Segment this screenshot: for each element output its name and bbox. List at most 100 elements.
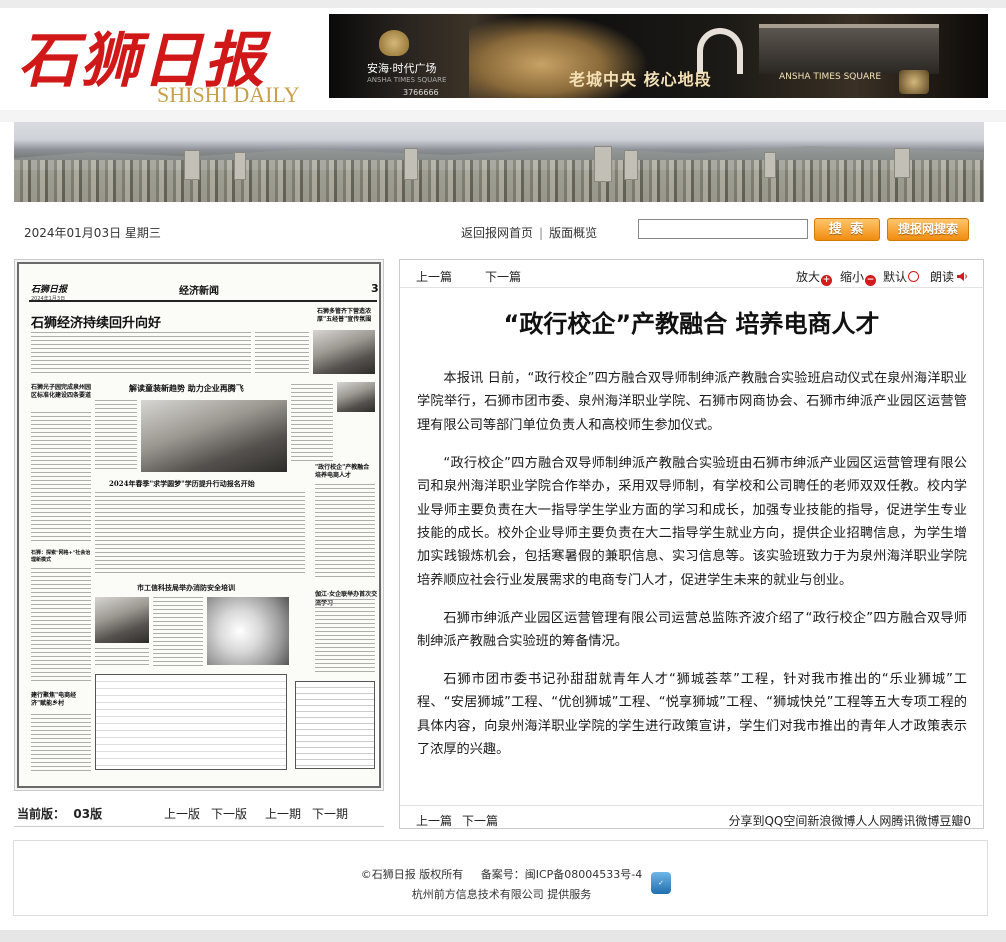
- ad-building-graphic: [759, 24, 939, 74]
- ad-badge-icon: [899, 70, 929, 94]
- thumb-price-table: [95, 674, 287, 770]
- thumbnail-footer: 当前版： 03版 上一版 下一版 上一期 下一期: [14, 801, 384, 823]
- thumb-headline[interactable]: 建行聚焦"电商经济"赋能乡村: [31, 692, 91, 708]
- banner-advertisement[interactable]: 安海·时代广场 ANSHA TIMES SQUARE 3766666 老城中央 …: [329, 14, 988, 98]
- panorama-tower: [624, 150, 638, 180]
- city-panorama-image: [14, 122, 984, 202]
- article-paragraph: “政行校企”四方融合双导师制绅派产教融合实验班由石狮市绅派产业园区运营管理有限公…: [417, 455, 967, 588]
- home-link[interactable]: 返回报网首页: [461, 226, 533, 240]
- panorama-tower: [184, 150, 200, 180]
- thumb-section: 经济新闻: [179, 286, 219, 297]
- thumb-text-block: [95, 648, 149, 668]
- thumb-headline[interactable]: 市工信科技局举办消防安全培训: [137, 583, 235, 593]
- thumb-info-table: [295, 681, 375, 769]
- zoom-out-button[interactable]: 缩小 −: [840, 268, 877, 286]
- panorama-tower: [894, 148, 910, 178]
- thumb-text-block: [315, 484, 375, 580]
- panorama-tower: [764, 152, 776, 178]
- thumb-headline[interactable]: "政行校企"产教融合培养电商人才: [315, 464, 375, 480]
- panorama-tower: [234, 152, 246, 180]
- copyright-text: ©石狮日报 版权所有: [360, 868, 464, 881]
- zoom-out-icon: −: [865, 275, 877, 286]
- thumb-text-block: [291, 384, 333, 462]
- thumb-headline[interactable]: 解读童装新趋势 助力企业再腾飞: [129, 383, 244, 394]
- toolbar-links: 返回报网首页 | 版面概览: [461, 224, 597, 241]
- page-thumbnail-frame: 石狮日报 2024年1月3日 经济新闻 3 石狮经济持续回升向好 石狮多管齐下营…: [14, 259, 384, 791]
- newspaper-logo[interactable]: 石狮日报 SHISHI DAILY: [14, 12, 314, 108]
- ad-slogan-en: ANSHA TIMES SQUARE: [779, 72, 882, 82]
- footer-line-2: 杭州前方信息技术有限公司 提供服务: [411, 888, 592, 901]
- current-date: 2024年01月03日 星期三: [24, 226, 161, 240]
- speaker-icon: [957, 272, 967, 281]
- thumb-text-block: [153, 597, 203, 667]
- ad-slogan: 老城中央 核心地段: [569, 70, 712, 89]
- next-page-link[interactable]: 下一版: [211, 805, 247, 822]
- overview-link[interactable]: 版面概览: [549, 226, 597, 240]
- thumb-photo: [337, 382, 375, 412]
- icp-link[interactable]: 备案号：闽ICP备08004533号-4: [481, 868, 643, 881]
- service-badge-icon[interactable]: ✓: [651, 872, 671, 894]
- thumb-headline[interactable]: 石狮经济持续回升向好: [31, 312, 161, 331]
- thumb-text-block: [315, 599, 375, 673]
- thumb-page-number: 3: [371, 282, 379, 295]
- article-top-bar: 上一篇 下一篇 放大 + 缩小 − 默认 朗读: [400, 260, 983, 288]
- article-paragraph: 石狮市绅派产业园区运营管理有限公司运营总监陈齐波介绍了“政行校企”四方融合双导师…: [417, 610, 967, 650]
- thumb-text-block: [31, 412, 91, 542]
- page-thumbnail[interactable]: 石狮日报 2024年1月3日 经济新闻 3 石狮经济持续回升向好 石狮多管齐下营…: [17, 262, 381, 788]
- thumb-photo: [207, 597, 289, 665]
- toolbar: 2024年01月03日 星期三 返回报网首页 | 版面概览 搜 索 搜报网搜索: [14, 215, 984, 245]
- default-size-icon: [908, 271, 920, 282]
- panorama-tower: [404, 148, 418, 180]
- search-input[interactable]: [638, 219, 808, 239]
- thumb-photo: [95, 597, 149, 643]
- logo-english: SHISHI DAILY: [157, 82, 300, 107]
- prev-issue-link[interactable]: 上一期: [265, 805, 301, 822]
- bottom-strip: [0, 930, 1006, 942]
- next-article-link-bottom[interactable]: 下一篇: [462, 812, 498, 829]
- default-size-button[interactable]: 默认: [883, 268, 920, 285]
- ad-brand: 安海·时代广场: [367, 62, 437, 75]
- search-button[interactable]: 搜 索: [814, 218, 880, 241]
- article-body: 本报讯 日前，“政行校企”四方融合双导师制绅派产教融合实验班启动仪式在泉州海洋职…: [417, 367, 967, 789]
- thumb-headline[interactable]: 石狮光子园完成泉州园区标准化建设四条要道: [31, 384, 91, 400]
- panorama-city: [14, 160, 984, 202]
- thumbnail-footer-rule: [14, 826, 384, 827]
- panorama-tower: [594, 146, 612, 182]
- thumb-headline[interactable]: 石狮多管齐下营造浓厚"五经普"宣传氛围: [317, 308, 375, 324]
- article-panel: 上一篇 下一篇 放大 + 缩小 − 默认 朗读 “政行校企”产教融合 培养电商人才 …: [399, 259, 984, 829]
- thumb-headline[interactable]: 石狮：探索"网格+"社会治理新模式: [31, 550, 91, 564]
- ad-brand-en: ANSHA TIMES SQUARE: [367, 76, 447, 84]
- prev-article-link-bottom[interactable]: 上一篇: [416, 812, 452, 829]
- thumb-logo: 石狮日报: [31, 285, 68, 295]
- brand-emblem-icon: [379, 30, 409, 56]
- thumb-text-block: [31, 568, 91, 684]
- current-page-label: 当前版： 03版: [17, 807, 103, 821]
- thumb-rule: [29, 300, 377, 302]
- thumb-text-block: [31, 332, 251, 374]
- thumb-text-block: [31, 714, 91, 774]
- share-links[interactable]: 分享到QQ空间新浪微博人人网腾讯微博豆瓣0: [728, 812, 971, 829]
- prev-article-link[interactable]: 上一篇: [416, 268, 452, 285]
- divider-strip: [0, 110, 1006, 122]
- prev-page-link[interactable]: 上一版: [164, 805, 200, 822]
- ad-phone: 3766666: [403, 88, 439, 97]
- next-issue-link[interactable]: 下一期: [312, 805, 348, 822]
- thumb-photo: [141, 400, 287, 472]
- thumb-text-block: [255, 332, 309, 374]
- zoom-in-button[interactable]: 放大 +: [796, 268, 833, 286]
- thumb-photo: [313, 330, 375, 374]
- site-search-button[interactable]: 搜报网搜索: [887, 218, 969, 241]
- thumb-text-block: [95, 492, 305, 576]
- link-separator: |: [539, 226, 544, 240]
- article-paragraph: 本报讯 日前，“政行校企”四方融合双导师制绅派产教融合实验班启动仪式在泉州海洋职…: [417, 371, 967, 433]
- footer-line-1: ©石狮日报 版权所有 备案号：闽ICP备08004533号-4: [14, 866, 989, 882]
- article-title: “政行校企”产教融合 培养电商人才: [503, 310, 880, 338]
- site-footer: ©石狮日报 版权所有 备案号：闽ICP备08004533号-4 杭州前方信息技术…: [13, 840, 988, 916]
- article-bottom-bar: 上一篇 下一篇 分享到QQ空间新浪微博人人网腾讯微博豆瓣0: [400, 805, 983, 829]
- zoom-in-icon: +: [821, 275, 833, 286]
- article-paragraph: 石狮市团市委书记孙甜甜就青年人才“狮城荟萃”工程，针对我市推出的“乐业狮城”工程…: [417, 671, 967, 758]
- thumb-headline[interactable]: 2024年春季"求学圆梦"学历提升行动报名开始: [109, 479, 255, 489]
- read-aloud-button[interactable]: 朗读: [930, 268, 968, 285]
- next-article-link[interactable]: 下一篇: [485, 268, 521, 285]
- thumb-text-block: [95, 400, 137, 472]
